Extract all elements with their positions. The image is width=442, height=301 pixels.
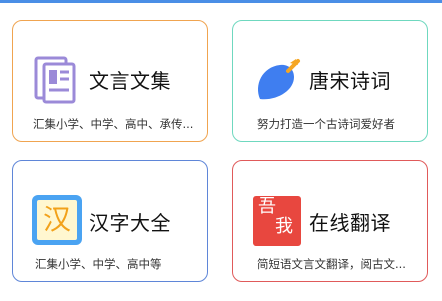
seal-glyph: 吾 [258, 196, 276, 217]
card-online-translation[interactable]: 吾 我 在线翻译 简短语文言文翻译，阅古文... [232, 160, 428, 282]
card-title: 唐宋诗词 [309, 69, 391, 93]
card-chinese-characters[interactable]: 汉 汉字大全 汇集小学、中学、高中等 [12, 160, 208, 282]
card-description: 汇集小学、中学、高中等 [35, 257, 162, 271]
translate-seal-icon: 吾 我 [251, 195, 303, 247]
top-accent-bar [0, 0, 442, 3]
card-description: 简短语文言文翻译，阅古文... [257, 257, 406, 271]
card-description: 汇集小学、中学、高中、承传... [33, 117, 194, 131]
seal-glyph: 我 [275, 216, 293, 237]
document-stack-icon [31, 54, 83, 106]
card-description: 努力打造一个古诗词爱好者 [257, 117, 395, 131]
card-classical-chinese[interactable]: 文言文集 汇集小学、中学、高中、承传... [12, 20, 208, 142]
leaf-icon [251, 54, 303, 106]
hanzi-glyph: 汉 [37, 200, 77, 240]
card-title: 汉字大全 [89, 211, 171, 235]
card-title: 文言文集 [89, 69, 171, 93]
card-title: 在线翻译 [309, 211, 391, 235]
hanzi-icon: 汉 [31, 194, 83, 246]
card-tang-song-poetry[interactable]: 唐宋诗词 努力打造一个古诗词爱好者 [232, 20, 428, 142]
